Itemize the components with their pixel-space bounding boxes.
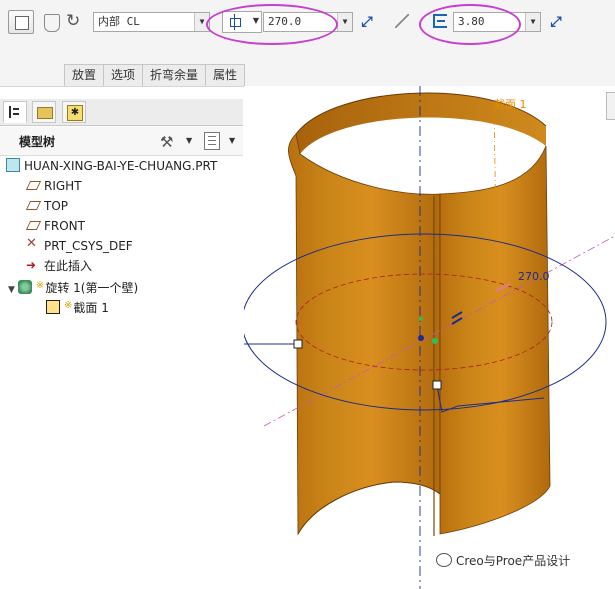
flip-thickness-icon[interactable]: ⤢: [547, 13, 565, 31]
chevron-down-icon[interactable]: ▼: [525, 13, 540, 31]
thicken-icon: [395, 14, 409, 28]
expand-triangle-icon[interactable]: ▼: [8, 285, 15, 295]
section-datum-label[interactable]: 截面 1: [494, 96, 527, 112]
solid-type-button[interactable]: [8, 10, 34, 34]
insert-here-arrow-icon: [26, 255, 40, 275]
sketch-icon: [46, 300, 60, 314]
angle-dimension-label[interactable]: 270.0: [518, 270, 550, 283]
tree-item-front[interactable]: FRONT: [26, 216, 85, 236]
tab-placement[interactable]: 放置: [64, 64, 105, 86]
thickness-value: 3.80: [458, 15, 485, 28]
wechat-logo-icon: [436, 553, 452, 567]
coordinate-system-icon: [26, 234, 40, 254]
sketch-side-value: 内部 CL: [98, 15, 140, 28]
feature-dashboard: ↻ 内部 CL ▼ ▼ 270.0 ▼ ⤢ 3.80 ▼ ⤢ 放置 选项 折弯余…: [0, 0, 615, 87]
graphics-side-tab[interactable]: [606, 92, 615, 120]
navigator-tabs: ✱: [0, 99, 243, 126]
green-point-top: [419, 317, 423, 321]
graphics-window[interactable]: 截面 1 270.0: [244, 86, 615, 589]
surface-type-icon[interactable]: [44, 14, 60, 32]
tree-item-label: HUAN-XING-BAI-YE-CHUANG.PRT: [24, 159, 218, 173]
tree-item-label: FRONT: [44, 219, 85, 233]
model-tree: HUAN-XING-BAI-YE-CHUANG.PRT RIGHT TOP FR…: [0, 156, 243, 589]
tree-item-label: TOP: [44, 199, 69, 213]
tree-item-label: PRT_CSYS_DEF: [44, 239, 133, 253]
panel-title: 模型树: [19, 135, 56, 149]
tree-item-section[interactable]: ※截面 1: [46, 296, 109, 316]
part-icon: [6, 158, 20, 172]
model-view: [244, 86, 615, 589]
datum-plane-icon: [26, 218, 40, 232]
tree-item-top[interactable]: TOP: [26, 196, 68, 216]
tree-item-right[interactable]: RIGHT: [26, 176, 82, 196]
folder-icon: [37, 107, 53, 119]
datum-plane-icon: [26, 178, 40, 192]
tab-folder-browser[interactable]: [32, 101, 56, 123]
green-point: [432, 338, 438, 344]
tab-options[interactable]: 选项: [103, 64, 144, 86]
tree-item-label: 在此插入: [44, 259, 93, 273]
tree-item-label: 截面 1: [73, 301, 109, 315]
drag-handle-left: [293, 339, 303, 349]
chevron-down-icon[interactable]: ▼: [253, 16, 259, 25]
tree-item-revolve[interactable]: ▼ ※旋转 1(第一个壁): [8, 276, 138, 296]
outer-wall-left: [288, 133, 441, 536]
model-tree-icon: [9, 106, 23, 118]
settings-list-icon[interactable]: [204, 132, 220, 150]
tab-bend-allowance[interactable]: 折弯余量: [142, 64, 207, 86]
thickness-icon: [433, 14, 447, 28]
angle-value: 270.0: [268, 15, 302, 28]
new-feature-star-icon: ※: [64, 300, 73, 311]
datum-plane-icon: [26, 198, 40, 212]
thickness-input[interactable]: 3.80 ▼: [453, 12, 541, 32]
flip-angle-icon[interactable]: ⤢: [358, 13, 376, 31]
revolve-feature-icon: [17, 280, 32, 294]
tools-icon[interactable]: ⚒: [160, 133, 173, 151]
angle-input[interactable]: 270.0 ▼: [263, 12, 353, 32]
tree-item-csys[interactable]: PRT_CSYS_DEF: [26, 234, 133, 256]
chevron-down-icon[interactable]: ▼: [194, 13, 209, 31]
tree-item-label: 旋转 1(第一个壁): [45, 281, 139, 295]
tab-properties[interactable]: 属性: [205, 64, 246, 86]
favorites-icon: ✱: [67, 105, 83, 121]
angle-mode-button[interactable]: ▼: [222, 11, 262, 33]
variable-angle-icon: [228, 14, 242, 30]
outer-wall-right: [439, 145, 551, 535]
tree-item-part[interactable]: HUAN-XING-BAI-YE-CHUANG.PRT: [6, 156, 217, 176]
tree-item-label: RIGHT: [44, 179, 82, 193]
tab-model-tree[interactable]: [3, 101, 27, 123]
flip-direction-icon[interactable]: ↻: [66, 12, 80, 30]
chevron-down-icon[interactable]: ▼: [186, 136, 192, 145]
drag-handle-right: [432, 380, 442, 390]
model-tree-header: 模型树 ⚒ ▼ ▼: [0, 127, 243, 156]
dashboard-tabs: 放置 选项 折弯余量 属性: [64, 64, 246, 86]
new-feature-star-icon: ※: [35, 280, 45, 291]
tree-item-insert-here[interactable]: 在此插入: [26, 255, 93, 276]
chevron-down-icon[interactable]: ▼: [337, 13, 352, 31]
watermark-text: Creo与Proe产品设计: [456, 554, 571, 568]
tab-favorites[interactable]: ✱: [62, 101, 86, 123]
sketch-side-select[interactable]: 内部 CL ▼: [93, 12, 210, 32]
chevron-down-icon[interactable]: ▼: [229, 136, 235, 145]
center-point: [418, 335, 424, 341]
watermark: Creo与Proe产品设计: [436, 552, 570, 569]
